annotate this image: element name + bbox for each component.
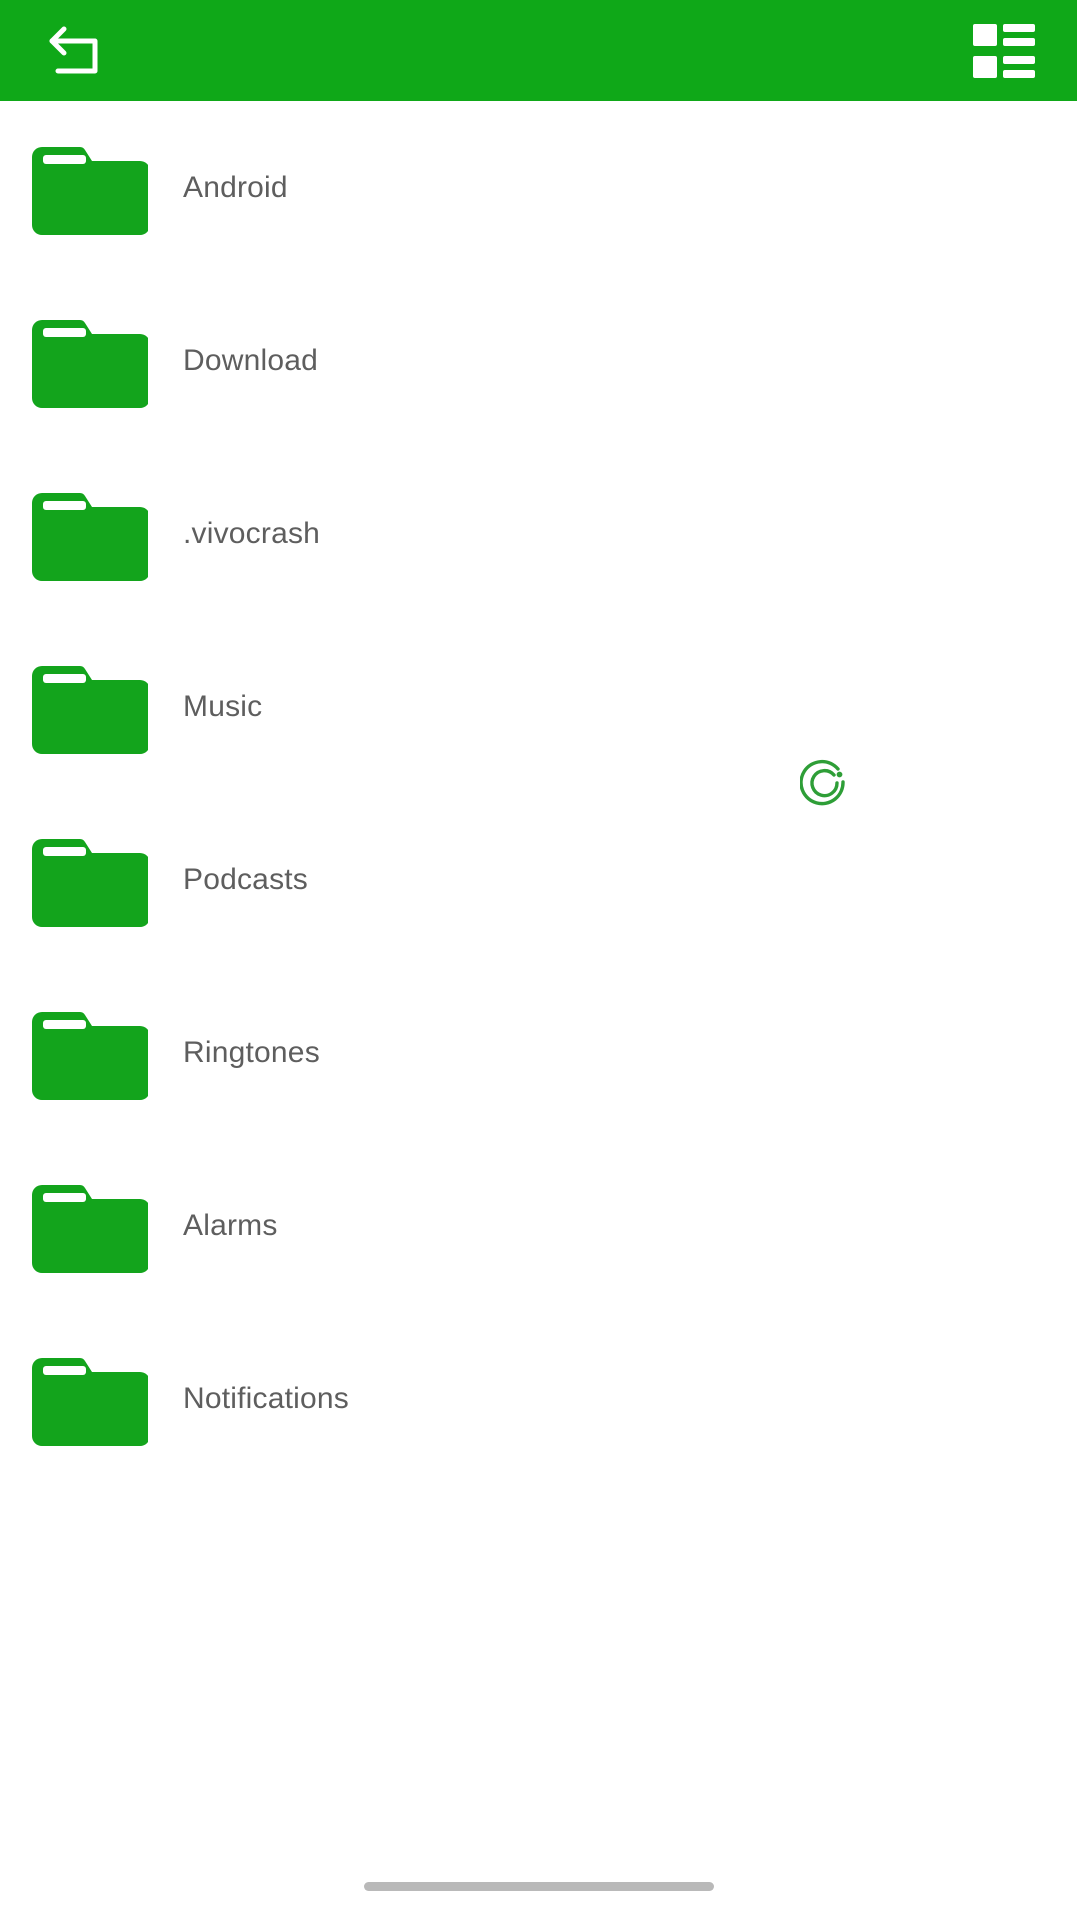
file-list[interactable]: Android Download .vivocrash Music Podcas… [0, 101, 1077, 1917]
header-right-group [971, 20, 1037, 82]
list-item[interactable]: Android [0, 101, 1077, 274]
list-item[interactable]: Podcasts [0, 793, 1077, 966]
folder-icon [32, 146, 148, 235]
list-item[interactable]: Notifications [0, 1312, 1077, 1485]
list-item-label: Notifications [183, 1381, 350, 1415]
list-item-label: Alarms [183, 1208, 278, 1242]
back-button[interactable] [45, 23, 107, 79]
list-item[interactable]: Download [0, 274, 1077, 447]
refresh-button[interactable] [800, 758, 852, 810]
file-manager-screen: Android Download .vivocrash Music Podcas… [0, 0, 1077, 1917]
list-item[interactable]: Ringtones [0, 966, 1077, 1139]
list-item-label: .vivocrash [183, 516, 321, 550]
list-item-label: Ringtones [183, 1035, 320, 1069]
list-item-label: Android [183, 170, 288, 204]
refresh-circle-icon [800, 759, 845, 806]
folder-icon [32, 1011, 148, 1100]
list-item[interactable]: .vivocrash [0, 447, 1077, 620]
return-arrow-icon [49, 26, 98, 73]
folder-icon [32, 492, 148, 581]
folder-icon [32, 665, 148, 754]
folder-icon [32, 1357, 148, 1446]
list-item-label: Podcasts [183, 862, 308, 896]
header-left-group [45, 23, 107, 79]
list-view-icon [973, 23, 1035, 78]
view-toggle-button[interactable] [971, 20, 1037, 82]
app-header [0, 0, 1077, 101]
home-indicator[interactable] [363, 1881, 714, 1891]
folder-icon [32, 838, 148, 927]
list-item-label: Download [183, 343, 319, 377]
list-item[interactable]: Alarms [0, 1139, 1077, 1312]
list-item[interactable]: Music [0, 620, 1077, 793]
folder-icon [32, 1184, 148, 1273]
folder-icon [32, 319, 148, 408]
list-item-label: Music [183, 689, 263, 723]
home-indicator-area [0, 1855, 1077, 1917]
